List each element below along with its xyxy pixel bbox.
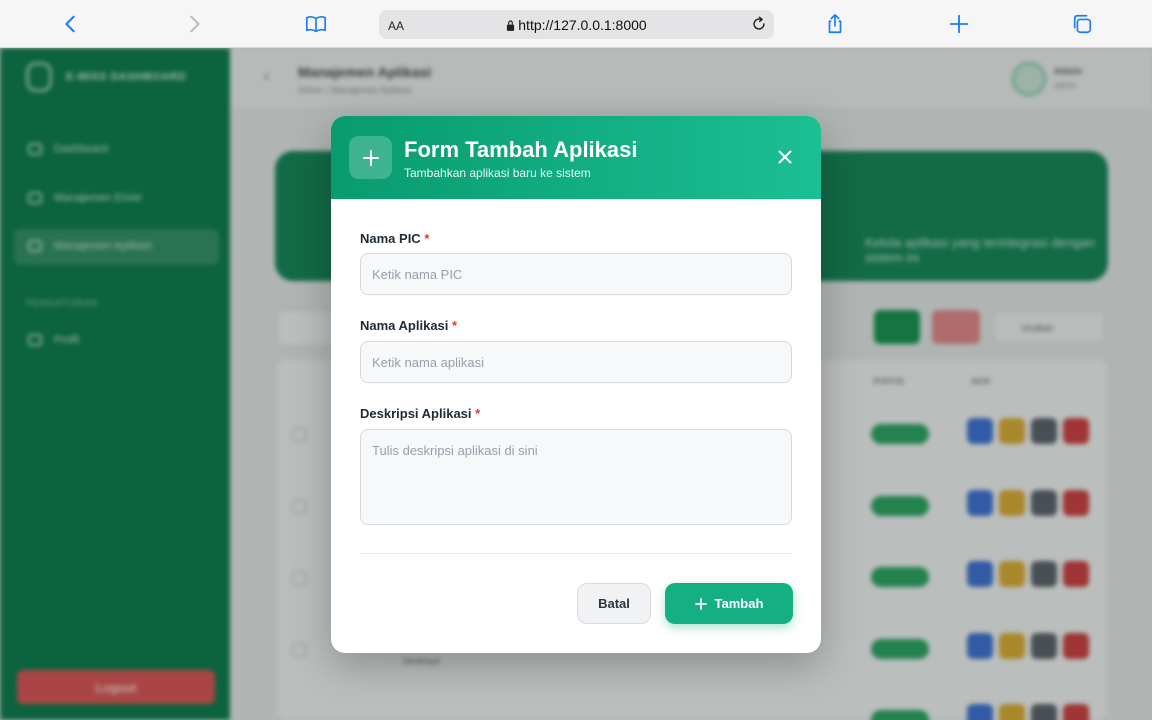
- required-mark: *: [452, 318, 458, 333]
- back-icon[interactable]: [57, 10, 85, 38]
- field-label-text: Nama PIC: [360, 231, 421, 246]
- reload-icon[interactable]: [750, 15, 768, 33]
- modal-title: Form Tambah Aplikasi: [404, 137, 638, 162]
- app-description-label: Deskripsi Aplikasi *: [360, 406, 480, 421]
- plus-icon: [694, 597, 707, 610]
- close-icon[interactable]: [775, 147, 795, 167]
- url-text: http://127.0.0.1:8000: [518, 17, 647, 33]
- modal-header: Form Tambah Aplikasi Tambahkan aplikasi …: [331, 116, 821, 199]
- browser-toolbar: AA http://127.0.0.1:8000: [0, 0, 1152, 48]
- tabs-overview-icon[interactable]: [1068, 10, 1096, 38]
- forward-icon[interactable]: [180, 10, 208, 38]
- field-label-text: Deskripsi Aplikasi: [360, 406, 472, 421]
- required-mark: *: [424, 231, 430, 246]
- share-icon[interactable]: [821, 10, 849, 38]
- app-name-input[interactable]: [360, 341, 792, 383]
- pic-name-input[interactable]: [360, 253, 792, 295]
- required-mark: *: [475, 406, 481, 421]
- field-label-text: Nama Aplikasi: [360, 318, 449, 333]
- pic-name-label: Nama PIC *: [360, 231, 429, 246]
- modal-subtitle: Tambahkan aplikasi baru ke sistem: [404, 166, 591, 180]
- address-bar[interactable]: AA http://127.0.0.1:8000: [379, 10, 774, 39]
- cancel-button[interactable]: Batal: [577, 583, 651, 624]
- add-application-modal: Form Tambah Aplikasi Tambahkan aplikasi …: [331, 116, 821, 653]
- bookmarks-icon[interactable]: [302, 10, 330, 38]
- submit-label: Tambah: [714, 596, 764, 611]
- app-name-label: Nama Aplikasi *: [360, 318, 457, 333]
- plus-icon: [349, 136, 392, 179]
- new-tab-icon[interactable]: [945, 10, 973, 38]
- url-display[interactable]: http://127.0.0.1:8000: [379, 17, 774, 33]
- lock-icon: [507, 20, 515, 31]
- app-description-textarea[interactable]: [360, 429, 792, 525]
- submit-add-button[interactable]: Tambah: [665, 583, 793, 624]
- divider: [360, 553, 792, 554]
